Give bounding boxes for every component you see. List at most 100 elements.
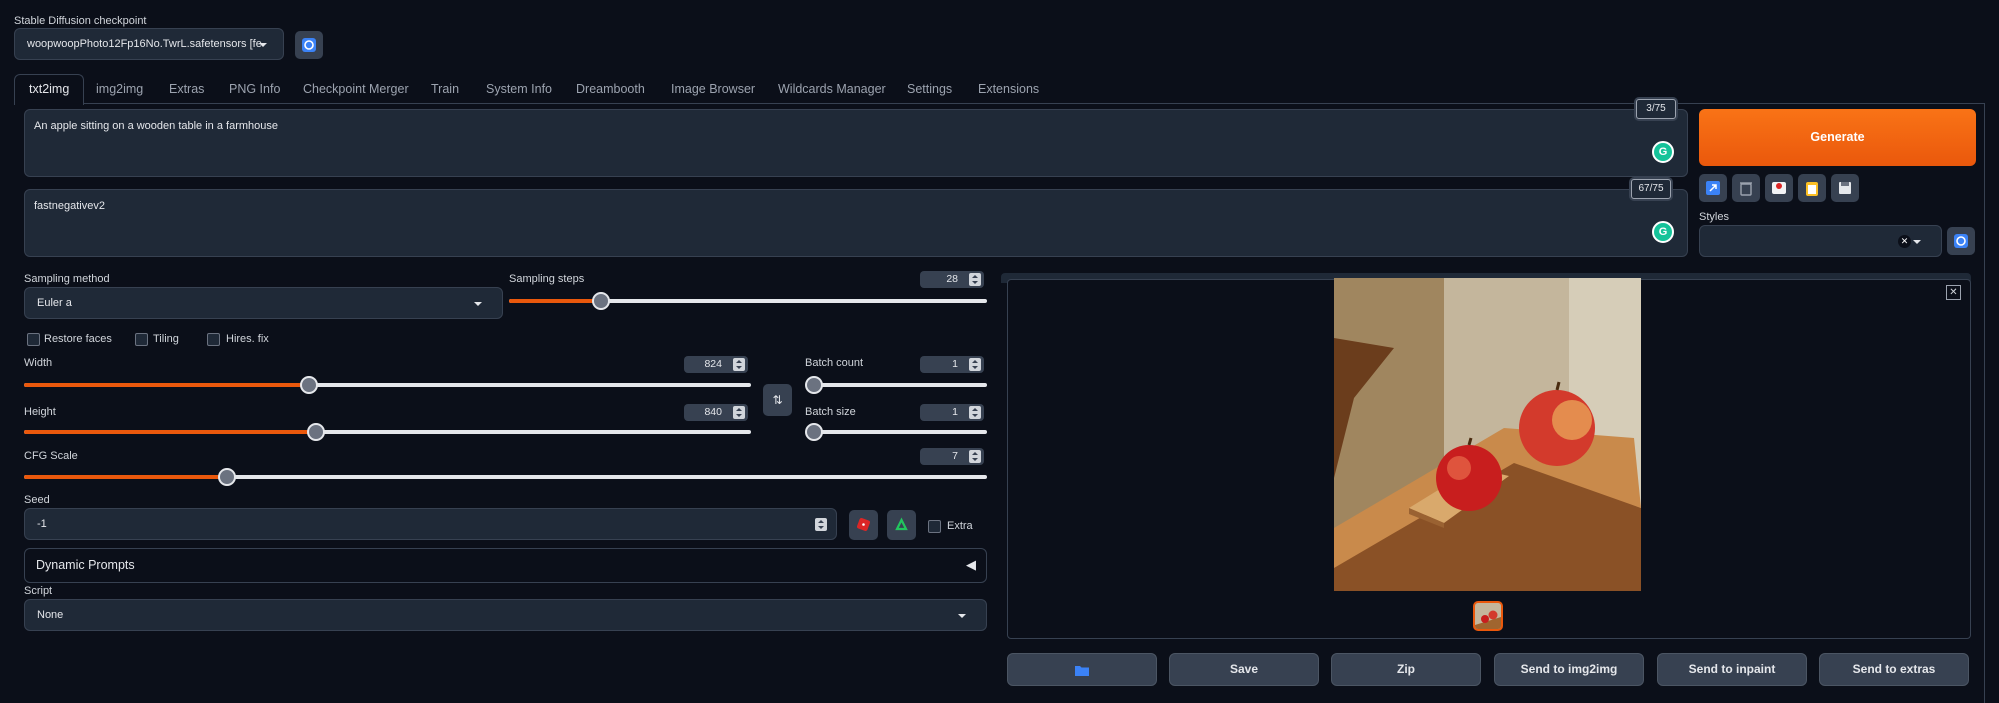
random-seed-button[interactable] bbox=[849, 510, 878, 540]
tab-wildcards-manager[interactable]: Wildcards Manager bbox=[764, 76, 900, 102]
tab-extensions[interactable]: Extensions bbox=[964, 76, 1053, 102]
seed-label: Seed bbox=[24, 494, 50, 506]
tab-train[interactable]: Train bbox=[417, 76, 473, 102]
arrow-icon bbox=[1706, 181, 1720, 195]
cfg-scale-slider[interactable] bbox=[24, 468, 987, 486]
batch-size-label: Batch size bbox=[805, 406, 856, 418]
tab-dreambooth[interactable]: Dreambooth bbox=[562, 76, 659, 102]
generate-button[interactable]: Generate bbox=[1699, 109, 1976, 166]
floppy-disk-icon bbox=[1839, 182, 1851, 194]
styles-dropdown[interactable]: ✕ bbox=[1699, 225, 1942, 257]
close-icon[interactable]: ✕ bbox=[1946, 285, 1961, 300]
slider-thumb[interactable] bbox=[306, 423, 325, 441]
spinner-icon[interactable] bbox=[733, 358, 745, 371]
slider-thumb[interactable] bbox=[299, 376, 318, 394]
batch-count-input[interactable]: 1 bbox=[920, 356, 984, 373]
tiling-checkbox[interactable] bbox=[135, 333, 148, 346]
tab-img2img[interactable]: img2img bbox=[82, 76, 157, 102]
slider-thumb[interactable] bbox=[805, 423, 823, 441]
slider-fill bbox=[509, 299, 600, 303]
sampling-method-dropdown[interactable]: Euler a bbox=[24, 287, 503, 319]
script-value: None bbox=[37, 609, 64, 621]
batch-size-slider[interactable] bbox=[805, 423, 987, 441]
spinner-icon[interactable] bbox=[815, 518, 827, 531]
sampling-method-label: Sampling method bbox=[24, 273, 110, 285]
prompt-input[interactable]: An apple sitting on a wooden table in a … bbox=[24, 109, 1688, 177]
grammarly-icon[interactable]: G bbox=[1652, 221, 1674, 243]
grammarly-icon[interactable]: G bbox=[1652, 141, 1674, 163]
slider-fill bbox=[24, 383, 308, 387]
folder-icon bbox=[1075, 665, 1089, 676]
spinner-icon[interactable] bbox=[969, 273, 981, 286]
zip-button[interactable]: Zip bbox=[1331, 653, 1481, 686]
restore-faces-checkbox[interactable] bbox=[27, 333, 40, 346]
width-input[interactable]: 824 bbox=[684, 356, 748, 373]
send-to-extras-button[interactable]: Send to extras bbox=[1819, 653, 1969, 686]
slider-thumb[interactable] bbox=[591, 292, 610, 310]
slider-thumb[interactable] bbox=[218, 468, 237, 486]
seed-input[interactable]: -1 bbox=[24, 508, 837, 540]
tab-image-browser[interactable]: Image Browser bbox=[657, 76, 769, 102]
tab-checkpoint-merger[interactable]: Checkpoint Merger bbox=[289, 76, 423, 102]
hires-fix-checkbox[interactable] bbox=[207, 333, 220, 346]
styles-label: Styles bbox=[1699, 211, 1729, 223]
cfg-scale-input[interactable]: 7 bbox=[920, 448, 984, 465]
sampling-steps-input[interactable]: 28 bbox=[920, 271, 984, 288]
clear-prompt-button[interactable] bbox=[1732, 174, 1760, 202]
spinner-icon[interactable] bbox=[733, 406, 745, 419]
batch-size-input[interactable]: 1 bbox=[920, 404, 984, 421]
tab-png-info[interactable]: PNG Info bbox=[215, 76, 294, 102]
batch-count-label: Batch count bbox=[805, 357, 864, 369]
batch-count-slider[interactable] bbox=[805, 376, 987, 394]
tab-txt2img[interactable]: txt2img bbox=[14, 74, 85, 105]
spinner-icon[interactable] bbox=[969, 406, 981, 419]
swap-icon: ⇅ bbox=[772, 393, 783, 407]
width-label: Width bbox=[24, 357, 53, 369]
tab-system-info[interactable]: System Info bbox=[472, 76, 566, 102]
apple-photo bbox=[1334, 278, 1641, 591]
script-label: Script bbox=[24, 585, 53, 597]
width-value: 824 bbox=[704, 358, 722, 370]
spinner-icon[interactable] bbox=[969, 450, 981, 463]
height-slider[interactable] bbox=[24, 423, 751, 441]
checkpoint-label: Stable Diffusion checkpoint bbox=[14, 15, 147, 27]
negative-prompt-input[interactable]: fastnegativev2 bbox=[24, 189, 1688, 257]
save-style-button[interactable] bbox=[1831, 174, 1859, 202]
refresh-checkpoint-button[interactable] bbox=[295, 31, 323, 59]
extra-seed-checkbox[interactable] bbox=[928, 520, 941, 533]
tab-divider bbox=[14, 103, 1984, 104]
batch-count-value: 1 bbox=[952, 358, 958, 370]
apply-styles-button[interactable] bbox=[1798, 174, 1826, 202]
generated-image[interactable] bbox=[1334, 278, 1641, 591]
width-slider[interactable] bbox=[24, 376, 751, 394]
open-folder-button[interactable] bbox=[1007, 653, 1157, 686]
send-to-img2img-button[interactable]: Send to img2img bbox=[1494, 653, 1644, 686]
tab-extras[interactable]: Extras bbox=[155, 76, 218, 102]
reuse-seed-button[interactable] bbox=[887, 510, 916, 540]
recycle-icon bbox=[895, 517, 908, 531]
script-dropdown[interactable]: None bbox=[24, 599, 987, 631]
refresh-icon bbox=[302, 38, 316, 52]
sampling-steps-slider[interactable] bbox=[509, 292, 987, 310]
refresh-styles-button[interactable] bbox=[1947, 227, 1975, 255]
gallery-thumbnail[interactable] bbox=[1473, 601, 1503, 631]
swap-dimensions-button[interactable]: ⇅ bbox=[763, 384, 792, 416]
save-button[interactable]: Save bbox=[1169, 653, 1319, 686]
checkpoint-dropdown[interactable]: woopwoopPhoto12Fp16No.TwrL.safetensors [… bbox=[14, 28, 284, 60]
extra-seed-label: Extra bbox=[947, 520, 973, 532]
clipboard-icon bbox=[1806, 182, 1818, 196]
negative-token-counter: 67/75 bbox=[1631, 179, 1671, 199]
red-card-icon bbox=[1772, 182, 1786, 194]
extra-networks-button[interactable] bbox=[1765, 174, 1793, 202]
dynamic-prompts-accordion[interactable]: Dynamic Prompts ◀ bbox=[24, 548, 987, 583]
spinner-icon[interactable] bbox=[969, 358, 981, 371]
tab-settings[interactable]: Settings bbox=[893, 76, 966, 102]
height-input[interactable]: 840 bbox=[684, 404, 748, 421]
height-label: Height bbox=[24, 406, 56, 418]
clear-icon[interactable]: ✕ bbox=[1898, 235, 1911, 248]
slider-thumb[interactable] bbox=[805, 376, 823, 394]
read-params-button[interactable] bbox=[1699, 174, 1727, 202]
send-to-inpaint-button[interactable]: Send to inpaint bbox=[1657, 653, 1807, 686]
chevron-down-icon bbox=[259, 43, 267, 47]
checkpoint-value: woopwoopPhoto12Fp16No.TwrL.safetensors [… bbox=[27, 38, 262, 50]
